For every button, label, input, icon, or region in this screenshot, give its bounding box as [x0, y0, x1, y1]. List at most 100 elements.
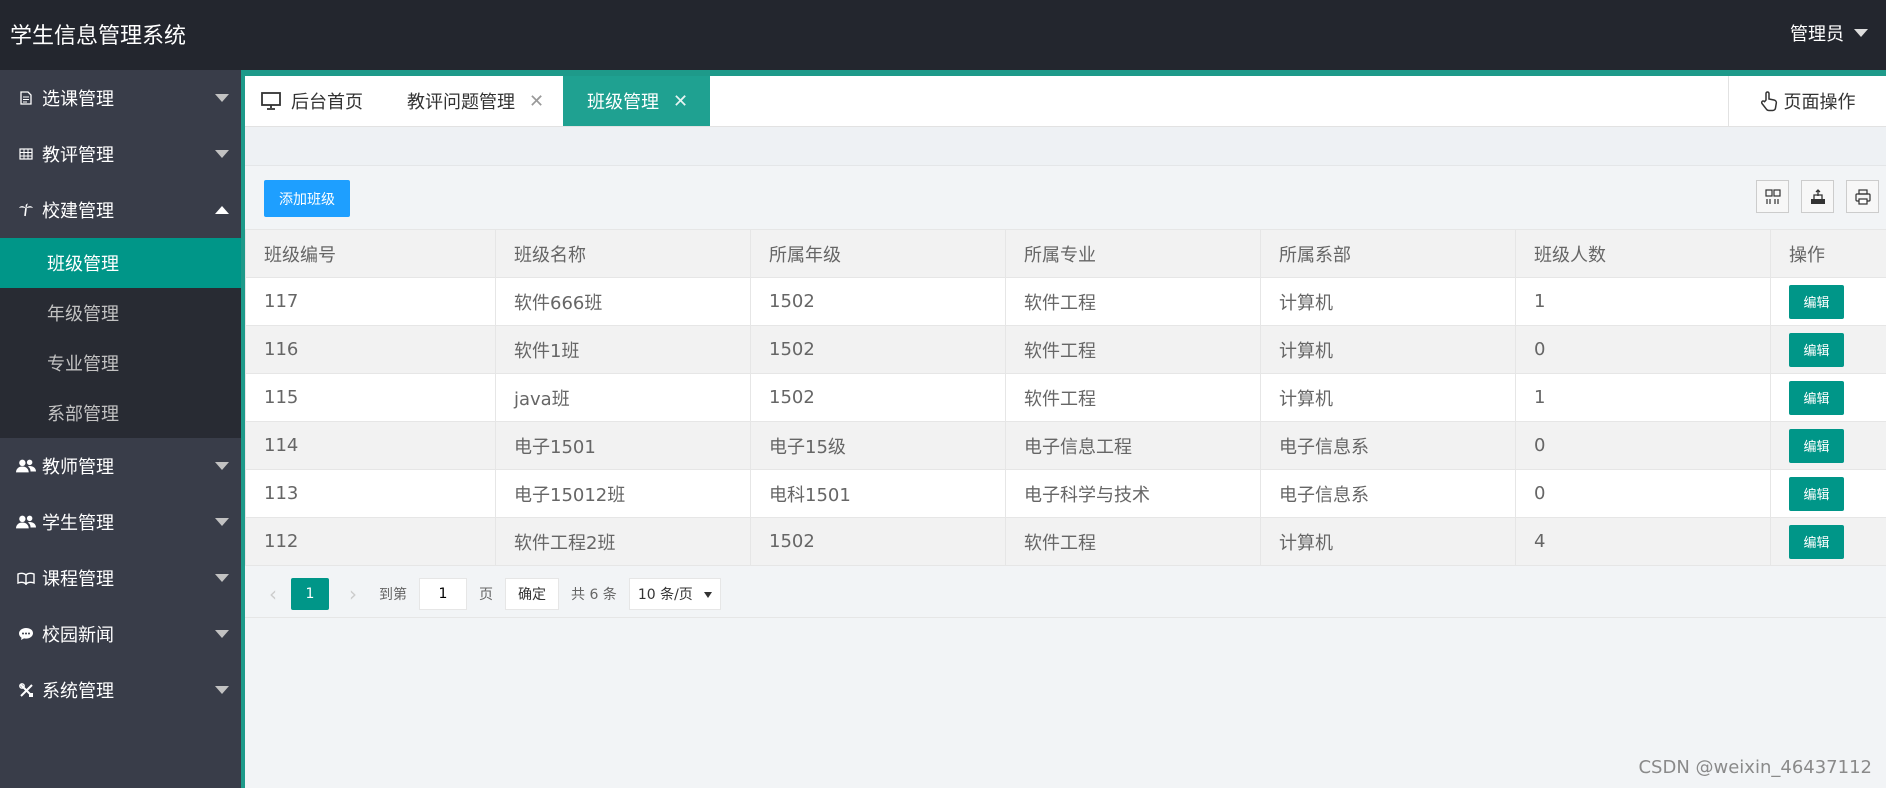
tab-evaluation-issues[interactable]: 教评问题管理 ✕: [407, 76, 544, 126]
cell-grade: 1502: [750, 373, 1006, 422]
chevron-down-icon: [215, 574, 229, 582]
users-icon: [16, 514, 36, 530]
cell-grade: 1502: [750, 325, 1006, 374]
user-menu[interactable]: 管理员: [1790, 20, 1868, 46]
cell-major: 软件工程: [1005, 277, 1261, 326]
column-header: 所属专业: [1005, 229, 1261, 278]
edit-button[interactable]: 编辑: [1789, 428, 1844, 463]
tab-bar: 后台首页 教评问题管理 ✕ 班级管理 ✕ 页面操作: [245, 76, 1886, 127]
tab-home[interactable]: 后台首页: [261, 76, 363, 126]
chevron-down-icon: [215, 518, 229, 526]
sidebar-subitem-grade-management[interactable]: 年级管理: [0, 288, 241, 338]
confirm-page-button[interactable]: 确定: [505, 577, 559, 610]
cell-class-id: 113: [245, 469, 496, 518]
cell-actions: 编辑: [1770, 469, 1886, 518]
cell-student-count: 1: [1515, 277, 1771, 326]
goto-label: 到第: [379, 586, 407, 603]
current-page-button[interactable]: 1: [291, 577, 329, 610]
speech-bubble-icon: [16, 627, 36, 641]
export-icon[interactable]: [1801, 180, 1834, 213]
cell-class-id: 117: [245, 277, 496, 326]
cell-department: 计算机: [1260, 277, 1516, 326]
app-title: 学生信息管理系统: [10, 24, 187, 49]
sidebar-item-label: 学生管理: [42, 513, 114, 534]
cell-grade: 电科1501: [750, 469, 1006, 518]
cell-major: 电子科学与技术: [1005, 469, 1261, 518]
table-row: 112 软件工程2班 1502 软件工程 计算机 4 编辑: [245, 517, 1886, 566]
total-count: 共 6 条: [571, 586, 617, 603]
next-page-icon[interactable]: ›: [341, 582, 365, 606]
sidebar-subitem-department-management[interactable]: 系部管理: [0, 388, 241, 438]
edit-button[interactable]: 编辑: [1789, 332, 1844, 367]
chevron-down-icon: [215, 630, 229, 638]
sidebar-item-campus-construction[interactable]: 校建管理: [0, 182, 241, 238]
page-unit-label: 页: [479, 586, 493, 603]
close-icon[interactable]: ✕: [673, 91, 688, 112]
pointer-hand-icon: [1760, 90, 1778, 112]
table-row: 115 java班 1502 软件工程 计算机 1 编辑: [245, 373, 1886, 422]
table-row: 117 软件666班 1502 软件工程 计算机 1 编辑: [245, 277, 1886, 326]
edit-button[interactable]: 编辑: [1789, 524, 1844, 559]
sidebar-subitem-major-management[interactable]: 专业管理: [0, 338, 241, 388]
sidebar-item-news[interactable]: 校园新闻: [0, 606, 241, 662]
prev-page-icon[interactable]: ‹: [261, 582, 285, 606]
user-name: 管理员: [1790, 24, 1844, 45]
edit-button[interactable]: 编辑: [1789, 380, 1844, 415]
column-header: 所属系部: [1260, 229, 1516, 278]
page-operations-button[interactable]: 页面操作: [1728, 76, 1886, 126]
chevron-down-icon: [215, 686, 229, 694]
column-header: 班级人数: [1515, 229, 1771, 278]
cell-actions: 编辑: [1770, 277, 1886, 326]
class-list-panel: 添加班级 班级编号 班级名称 所属年级 所属专业 所属系部 班级人数 操作 11…: [245, 166, 1886, 618]
cell-grade: 电子15级: [750, 421, 1006, 470]
edit-button[interactable]: 编辑: [1789, 284, 1844, 319]
cell-department: 计算机: [1260, 325, 1516, 374]
goto-page-input[interactable]: [419, 577, 467, 610]
chevron-up-icon: [215, 206, 229, 214]
cell-class-name: 软件666班: [495, 277, 751, 326]
users-icon: [16, 458, 36, 474]
add-class-button[interactable]: 添加班级: [264, 180, 350, 217]
tab-label: 教评问题管理: [407, 92, 515, 113]
columns-icon[interactable]: [1756, 180, 1789, 213]
class-table: 班级编号 班级名称 所属年级 所属专业 所属系部 班级人数 操作 117 软件6…: [245, 229, 1886, 566]
chevron-down-icon: [703, 591, 712, 598]
cell-actions: 编辑: [1770, 373, 1886, 422]
document-icon: [16, 91, 36, 105]
main-area: 后台首页 教评问题管理 ✕ 班级管理 ✕ 页面操作 添加班级 班级编号 班级名称…: [241, 70, 1886, 788]
submenu-campus-construction: 班级管理 年级管理 专业管理 系部管理: [0, 238, 241, 438]
cell-class-id: 115: [245, 373, 496, 422]
table-row: 114 电子1501 电子15级 电子信息工程 电子信息系 0 编辑: [245, 421, 1886, 470]
sidebar-item-label: 校园新闻: [42, 625, 114, 646]
sidebar-item-evaluation[interactable]: 教评管理: [0, 126, 241, 182]
chevron-down-icon: [215, 462, 229, 470]
cell-department: 计算机: [1260, 373, 1516, 422]
edit-button[interactable]: 编辑: [1789, 476, 1844, 511]
cell-class-name: 电子1501: [495, 421, 751, 470]
table-header-row: 班级编号 班级名称 所属年级 所属专业 所属系部 班级人数 操作: [245, 229, 1886, 278]
print-icon[interactable]: [1846, 180, 1879, 213]
sidebar-item-course-selection[interactable]: 选课管理: [0, 70, 241, 126]
cell-actions: 编辑: [1770, 421, 1886, 470]
cell-student-count: 4: [1515, 517, 1771, 566]
sidebar-item-students[interactable]: 学生管理: [0, 494, 241, 550]
chevron-down-icon: [1854, 29, 1868, 37]
close-icon[interactable]: ✕: [529, 91, 544, 112]
cell-student-count: 1: [1515, 373, 1771, 422]
sidebar-item-courses[interactable]: 课程管理: [0, 550, 241, 606]
column-header: 班级编号: [245, 229, 496, 278]
tab-class-management[interactable]: 班级管理 ✕: [563, 76, 711, 126]
sidebar-item-label: 系统管理: [42, 681, 114, 702]
sidebar-subitem-class-management[interactable]: 班级管理: [0, 238, 241, 288]
tab-label: 后台首页: [291, 92, 363, 113]
cell-class-id: 112: [245, 517, 496, 566]
cell-major: 软件工程: [1005, 325, 1261, 374]
sidebar-item-teachers[interactable]: 教师管理: [0, 438, 241, 494]
sidebar-item-system[interactable]: 系统管理: [0, 662, 241, 718]
cell-actions: 编辑: [1770, 517, 1886, 566]
book-icon: [16, 572, 36, 585]
cell-class-name: 软件1班: [495, 325, 751, 374]
page-size-select[interactable]: 10 条/页: [628, 577, 721, 610]
palm-tree-icon: [16, 203, 36, 217]
cell-department: 电子信息系: [1260, 421, 1516, 470]
